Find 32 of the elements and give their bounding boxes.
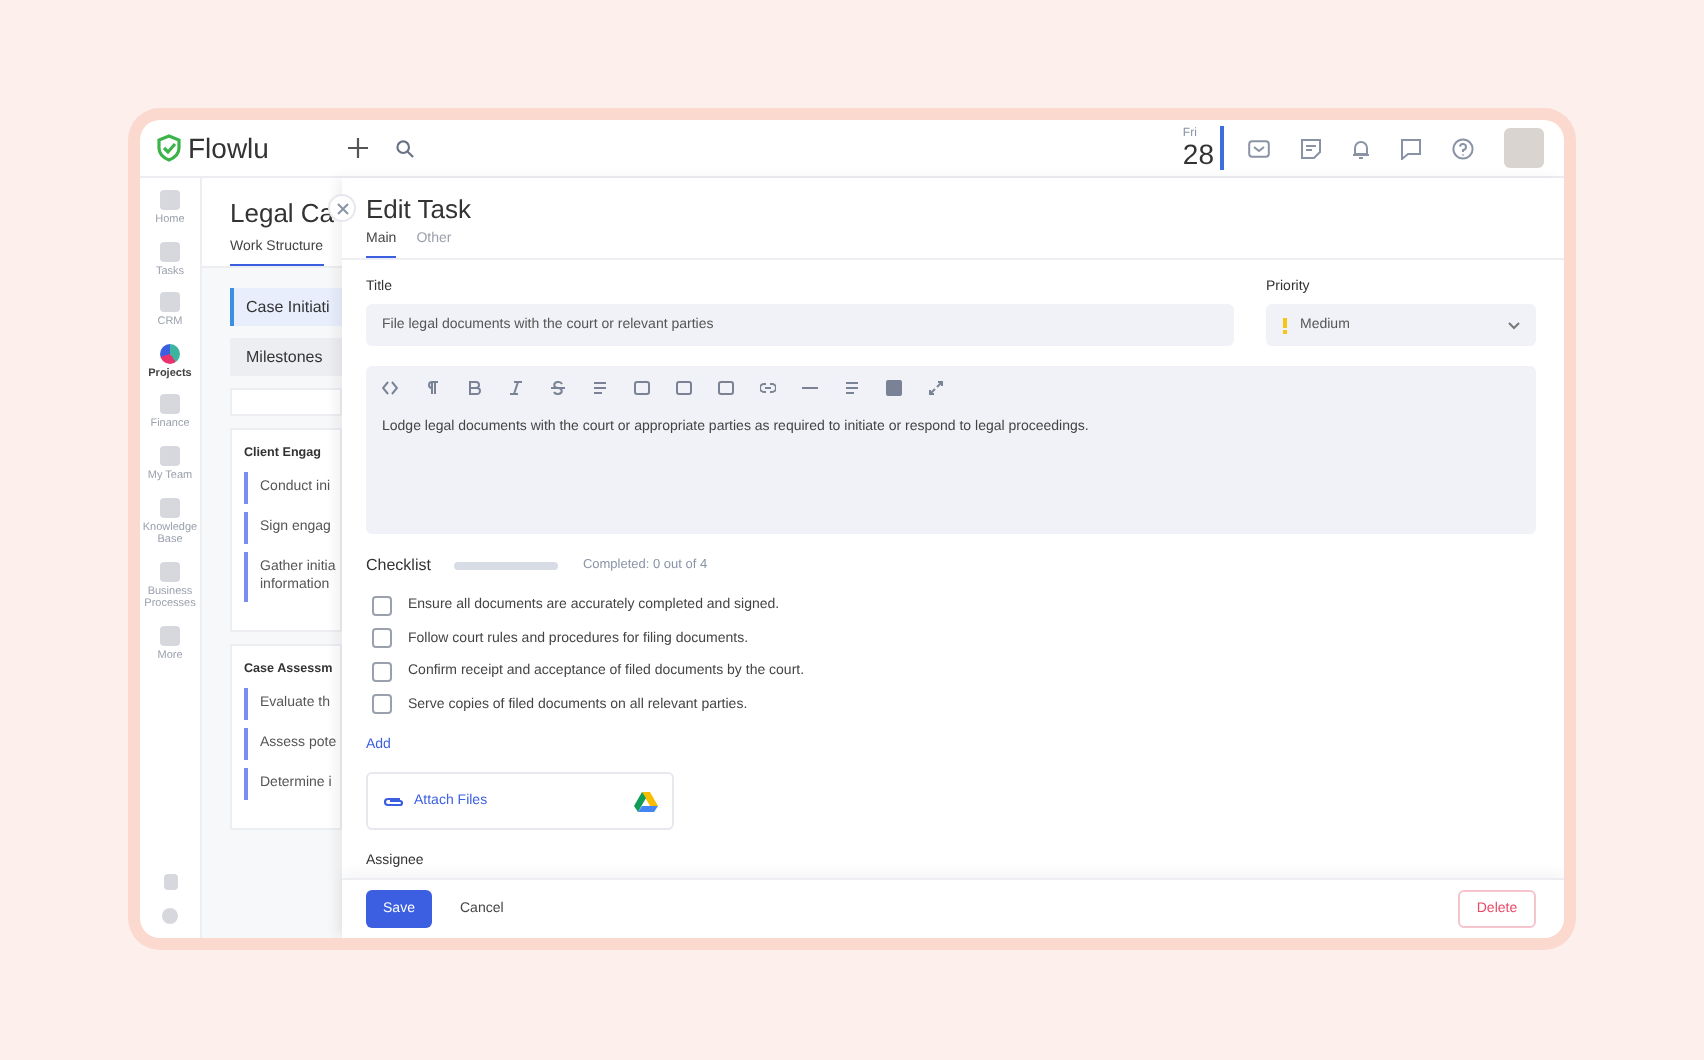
mail-icon[interactable] — [1248, 139, 1270, 157]
help-icon[interactable] — [1452, 137, 1474, 159]
drive-icon[interactable] — [634, 791, 658, 811]
date-label: 28 — [1182, 140, 1214, 168]
checkbox[interactable] — [372, 694, 392, 714]
search-icon[interactable] — [396, 139, 414, 157]
code-icon[interactable] — [382, 380, 398, 396]
align-icon[interactable] — [844, 380, 860, 396]
close-icon — [335, 201, 349, 215]
stage-item[interactable]: Case Initiati — [230, 288, 342, 326]
checkbox[interactable] — [372, 661, 392, 681]
plus-icon[interactable] — [348, 138, 368, 158]
strike-icon[interactable] — [550, 380, 566, 396]
app-logo: Flowlu — [188, 132, 269, 164]
para-icon[interactable] — [424, 380, 440, 396]
panel-title: Edit Task — [366, 194, 474, 224]
chat-icon[interactable] — [1400, 137, 1422, 159]
bell-icon[interactable] — [1352, 137, 1370, 159]
italic-icon[interactable] — [508, 380, 524, 396]
checkbox[interactable] — [372, 628, 392, 648]
bold-icon[interactable] — [466, 380, 482, 396]
chevron-down-icon — [1508, 321, 1520, 329]
checkbox[interactable] — [372, 595, 392, 615]
paperclip-icon — [382, 795, 404, 807]
milestones-item[interactable]: Milestones — [230, 338, 342, 376]
note-icon[interactable] — [1300, 137, 1322, 159]
shield-check-icon — [156, 134, 182, 162]
link-icon[interactable] — [760, 380, 776, 396]
list-icon[interactable] — [592, 380, 608, 396]
expand-icon[interactable] — [928, 380, 944, 396]
checklist-label: Checklist — [366, 556, 431, 574]
exclamation-icon — [1282, 317, 1288, 333]
